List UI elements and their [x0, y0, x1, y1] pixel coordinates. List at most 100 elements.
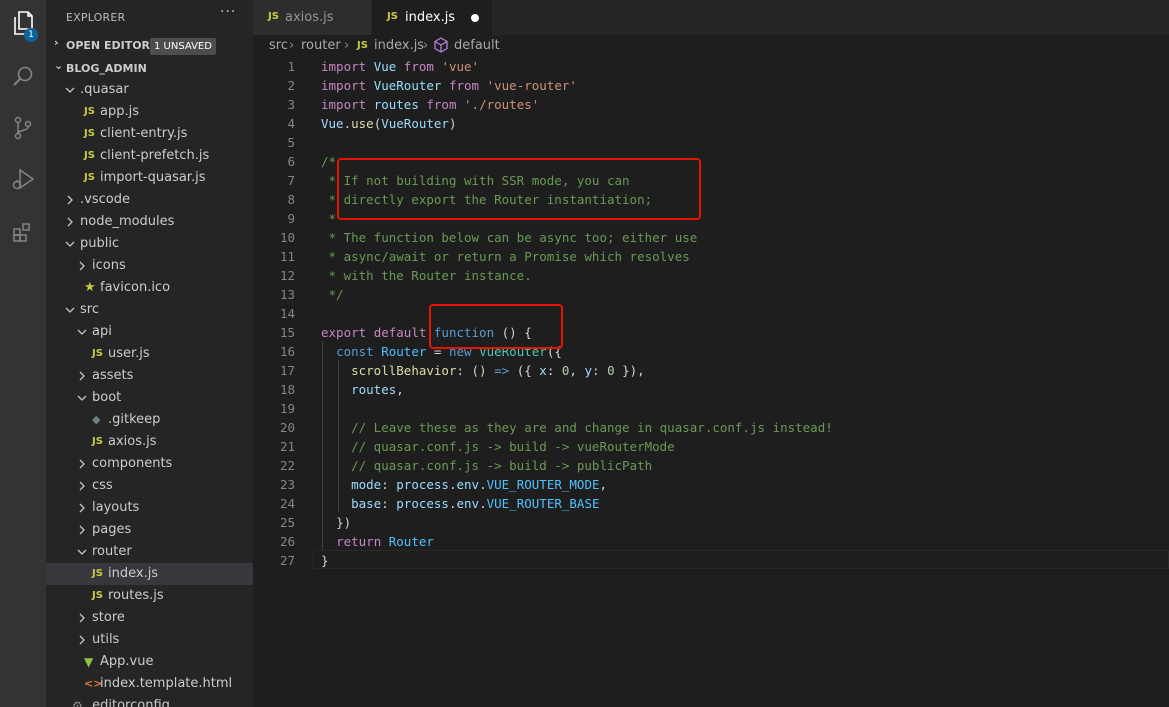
code-editor[interactable]: 1 2 3 4 5 6 7 8 9 10 11 12 13 14 15 16 17 18 19 20 21 22 23 24 2… [253, 57, 1169, 707]
tree-item-node-modules[interactable]: node_modules [46, 211, 253, 233]
tree-item-vscode[interactable]: .vscode [46, 189, 253, 211]
js-file-icon: JS [387, 11, 398, 22]
search-icon[interactable] [0, 57, 46, 97]
unsaved-badge: 1 UNSAVED [150, 38, 216, 55]
line-number: 20 [279, 420, 295, 435]
code-line-2: import VueRouter from 'vue-router' [321, 78, 577, 93]
project-section[interactable]: ⌄ BLOG_ADMIN [46, 58, 253, 80]
chevron-right-icon [76, 370, 88, 382]
code-line-18: routes, [351, 382, 404, 397]
line-number: 8 [287, 192, 295, 207]
tree-item-components[interactable]: components [46, 453, 253, 475]
tree-item-store[interactable]: store [46, 607, 253, 629]
breadcrumb-default[interactable]: default [454, 38, 500, 53]
tree-item-src[interactable]: src [46, 299, 253, 321]
breadcrumb-router[interactable]: router [301, 38, 341, 53]
tree-item-label: components [92, 456, 173, 471]
tree-item-public[interactable]: public [46, 233, 253, 255]
more-actions-icon[interactable]: ··· [220, 4, 236, 20]
chevron-right-icon [76, 612, 88, 624]
explorer-title: EXPLORER [66, 11, 126, 24]
code-line-10: * The function below can be async too; e… [321, 230, 698, 245]
tree-item-css[interactable]: css [46, 475, 253, 497]
line-number: 16 [279, 344, 295, 359]
line-number: 23 [279, 477, 295, 492]
current-line-highlight [313, 550, 1169, 569]
code-line-23: mode: process.env.VUE_ROUTER_MODE, [351, 477, 608, 492]
line-number: 7 [287, 173, 295, 188]
tree-item-label: index.js [108, 566, 159, 581]
tree-item-client-prefetch-js[interactable]: JS client-prefetch.js [46, 145, 253, 167]
chevron-down-icon [76, 546, 88, 558]
tree-item-app-js[interactable]: JS app.js [46, 101, 253, 123]
code-line-25: }) [336, 515, 352, 530]
tab-bar: JS axios.js JS index.js [253, 0, 1169, 35]
code-line-9: * [321, 211, 337, 226]
chevron-down-icon [64, 84, 76, 96]
tree-item-pages[interactable]: pages [46, 519, 253, 541]
unsaved-dot-icon[interactable] [471, 14, 479, 22]
tree-item-assets[interactable]: assets [46, 365, 253, 387]
tree-item-app-vue[interactable]: ▼ App.vue [46, 651, 253, 673]
tree-item-label: user.js [108, 346, 150, 361]
tree-item-client-entry-js[interactable]: JS client-entry.js [46, 123, 253, 145]
tree-item-label: .vscode [80, 192, 130, 207]
js-file-icon: JS [92, 590, 103, 601]
tree-item-user-js[interactable]: JS user.js [46, 343, 253, 365]
line-number: 25 [279, 515, 295, 530]
line-number: 18 [279, 382, 295, 397]
chevron-right-icon: › [344, 38, 350, 53]
tree-item-index-js[interactable]: JS index.js [46, 563, 253, 585]
tab-axios[interactable]: JS axios.js [253, 0, 371, 35]
breadcrumb-index[interactable]: index.js [374, 38, 424, 53]
files-icon[interactable]: 1 [0, 3, 46, 43]
chevron-right-icon [76, 524, 88, 536]
js-file-icon: JS [84, 172, 95, 183]
js-file-icon: JS [92, 568, 103, 579]
tree-item-icons[interactable]: icons [46, 255, 253, 277]
chevron-right-icon: › [423, 38, 429, 53]
tab-index[interactable]: JS index.js [372, 0, 492, 35]
tree-item-index-template-html[interactable]: <> index.template.html [46, 673, 253, 695]
tree-item-label: .quasar [80, 82, 129, 97]
gear-icon: ⚙ [72, 699, 83, 707]
extensions-icon[interactable] [0, 212, 46, 252]
tree-item-label: App.vue [100, 654, 154, 669]
line-number: 1 [287, 59, 295, 74]
tree-item-label: router [92, 544, 132, 559]
code-line-27: } [321, 553, 329, 568]
tree-item-layouts[interactable]: layouts [46, 497, 253, 519]
tree-item-label: index.template.html [100, 676, 233, 691]
tree-item-label: public [80, 236, 120, 251]
chevron-right-icon [76, 502, 88, 514]
code-line-17: scrollBehavior: () => ({ x: 0, y: 0 }), [351, 363, 645, 378]
tree-item-api[interactable]: api [46, 321, 253, 343]
gitkeep-icon: ◆ [92, 413, 101, 426]
tree-item-import-quasar-js[interactable]: JS import-quasar.js [46, 167, 253, 189]
activity-bar: 1 [0, 0, 46, 707]
tree-item-editorconfig[interactable]: ⚙ .editorconfig [46, 695, 253, 707]
code-line-12: * with the Router instance. [321, 268, 532, 283]
tree-item-label: import-quasar.js [100, 170, 206, 185]
source-control-icon[interactable] [0, 108, 46, 148]
chevron-down-icon [64, 238, 76, 250]
tree-item-boot[interactable]: boot [46, 387, 253, 409]
tree-item-gitkeep[interactable]: ◆ .gitkeep [46, 409, 253, 431]
js-file-icon: JS [84, 150, 95, 161]
tree-item-axios-js[interactable]: JS axios.js [46, 431, 253, 453]
tree-item-label: axios.js [108, 434, 157, 449]
tree-item-router[interactable]: router [46, 541, 253, 563]
tree-item-utils[interactable]: utils [46, 629, 253, 651]
highlight-box-comment [337, 158, 701, 220]
breadcrumb-src[interactable]: src [269, 38, 288, 53]
tree-item-label: .editorconfig [88, 698, 170, 707]
code-line-13: */ [321, 287, 344, 302]
tree-item-routes-js[interactable]: JS routes.js [46, 585, 253, 607]
tree-item-label: utils [92, 632, 120, 647]
line-number: 13 [279, 287, 295, 302]
line-number: 14 [279, 306, 295, 321]
code-line-4: Vue.use(VueRouter) [321, 116, 457, 131]
run-debug-icon[interactable] [0, 159, 46, 199]
tree-item-quasar[interactable]: .quasar [46, 79, 253, 101]
tree-item-favicon-ico[interactable]: ★ favicon.ico [46, 277, 253, 299]
